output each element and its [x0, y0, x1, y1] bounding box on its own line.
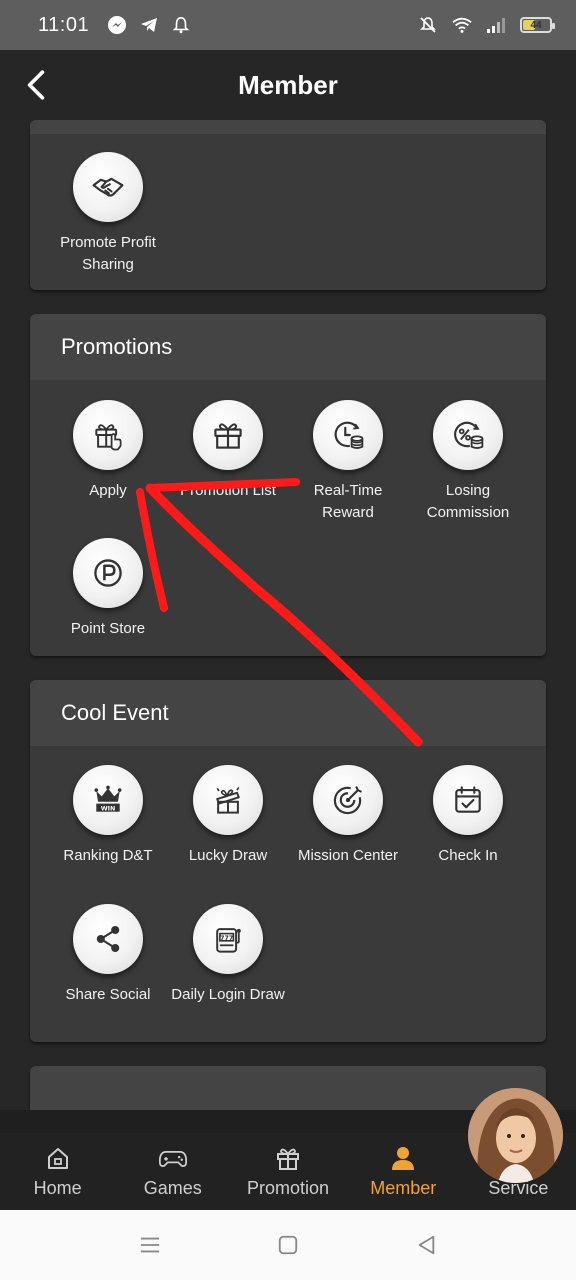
tile-label: Real-Time Reward [313, 482, 383, 521]
card-referral-partial: Promote Profit Sharing [30, 120, 546, 290]
avatar[interactable] [468, 1088, 563, 1183]
nav-games[interactable]: Games [115, 1133, 230, 1210]
tile-label: Promotion List [180, 482, 276, 499]
share-icon [73, 904, 143, 974]
status-bar: 11:01 44 [0, 0, 576, 50]
svg-text:777: 777 [220, 935, 233, 942]
recent-apps-button[interactable] [137, 1232, 163, 1258]
tile-share-social[interactable]: Share Social [48, 904, 168, 1006]
card-promotions: Promotions Apply Promotion List Real-Tim… [30, 314, 546, 656]
svg-text:WIN: WIN [101, 805, 116, 812]
home-icon [47, 1148, 68, 1169]
tile-label: Share Social [65, 986, 151, 1003]
tile-losing-commission[interactable]: Losing Commission [408, 400, 528, 524]
nav-home[interactable]: Home [0, 1133, 115, 1210]
mute-icon [418, 15, 438, 35]
gift-icon [193, 400, 263, 470]
system-nav-bar [0, 1210, 576, 1280]
member-content[interactable]: Promote Profit Sharing Promotions Apply … [0, 120, 576, 1110]
nav-promotion[interactable]: Promotion [230, 1133, 345, 1210]
tile-ranking-dt[interactable]: WIN Ranking D&T [48, 765, 168, 867]
tile-promote-profit-sharing[interactable]: Promote Profit Sharing [48, 152, 168, 276]
gift-icon [277, 1148, 299, 1170]
handshake-icon [73, 152, 143, 222]
gift-hand-icon [73, 400, 143, 470]
section-title-promotions: Promotions [30, 314, 546, 380]
back-system-button[interactable] [413, 1232, 439, 1258]
tile-lucky-draw[interactable]: Lucky Draw [168, 765, 288, 867]
nav-label: Home [33, 1178, 82, 1198]
person-icon [392, 1147, 415, 1170]
tile-label: Apply [89, 482, 127, 499]
telegram-icon [139, 15, 159, 35]
target-icon [313, 765, 383, 835]
section-title-history: History [30, 1066, 546, 1110]
card-cool-event: Cool Event WIN Ranking D&T Lucky Draw Mi… [30, 680, 546, 1042]
tile-mission-center[interactable]: Mission Center [288, 765, 408, 867]
back-button[interactable] [18, 66, 54, 104]
tile-label: Lucky Draw [188, 847, 268, 864]
point-p-icon [73, 538, 143, 608]
tile-daily-login-draw[interactable]: 777 Daily Login Draw [168, 904, 288, 1006]
wifi-icon [452, 15, 472, 35]
gamepad-icon [158, 1151, 187, 1167]
chevron-left-icon [27, 70, 45, 100]
gift-box-icon [193, 765, 263, 835]
square-icon [278, 1235, 298, 1255]
nav-member[interactable]: Member [346, 1133, 461, 1210]
calendar-check-icon [433, 765, 503, 835]
tile-apply[interactable]: Apply [48, 400, 168, 502]
nav-label: Member [370, 1178, 437, 1198]
avatar-photo [468, 1088, 563, 1183]
clock-coins-icon [313, 400, 383, 470]
triangle-back-icon [418, 1235, 435, 1255]
tile-label: Point Store [70, 620, 146, 637]
tile-point-store[interactable]: Point Store [48, 538, 168, 640]
nav-label: Promotion [246, 1178, 330, 1198]
tile-label: Mission Center [297, 847, 399, 864]
status-time: 11:01 [38, 13, 90, 36]
menu-lines-icon [140, 1237, 160, 1253]
tile-promotion-list[interactable]: Promotion List [168, 400, 288, 502]
tile-label: Ranking D&T [63, 847, 153, 864]
battery-icon: 44 [520, 17, 555, 33]
section-title-cool-event: Cool Event [30, 680, 546, 746]
signal-icon [486, 15, 506, 35]
tile-label: Promote Profit Sharing [60, 234, 156, 273]
tile-label: Losing Commission [426, 482, 510, 521]
bell-icon [171, 15, 191, 35]
tile-label: Daily Login Draw [171, 986, 285, 1003]
slot-machine-icon: 777 [193, 904, 263, 974]
home-system-button[interactable] [275, 1232, 301, 1258]
card-history: History [30, 1066, 546, 1110]
tile-check-in[interactable]: Check In [408, 765, 528, 867]
battery-level: 44 [530, 19, 542, 31]
tile-real-time-reward[interactable]: Real-Time Reward [288, 400, 408, 524]
percent-coins-icon [433, 400, 503, 470]
nav-label: Games [143, 1178, 202, 1198]
crown-win-icon: WIN [73, 765, 143, 835]
page-title: Member [238, 69, 338, 100]
app-header: Member [0, 50, 576, 120]
messenger-icon [107, 15, 127, 35]
tile-label: Check In [438, 847, 498, 864]
